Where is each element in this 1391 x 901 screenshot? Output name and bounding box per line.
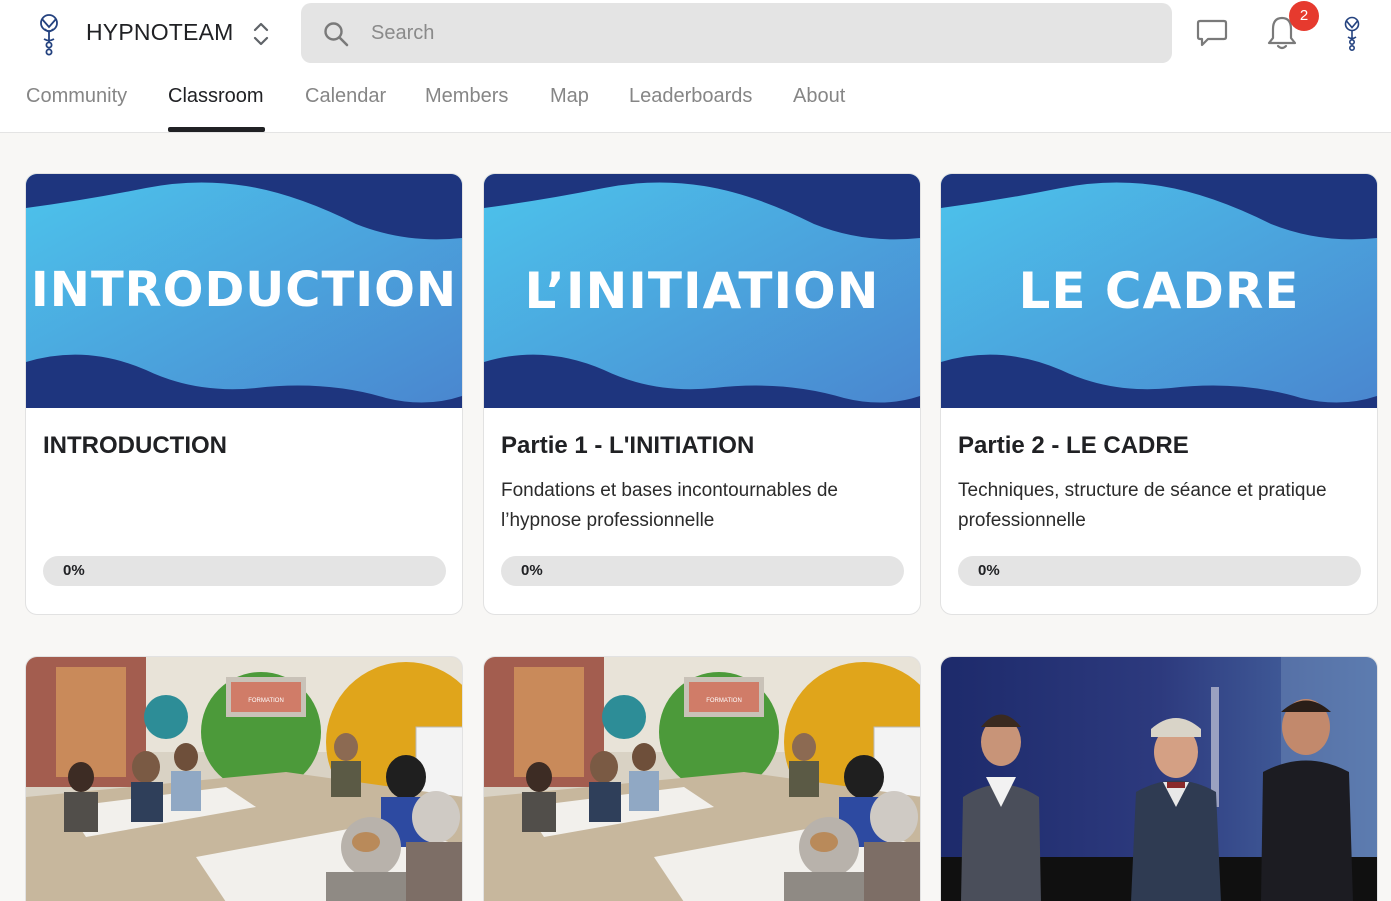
classroom-photo: FORMATION bbox=[26, 657, 462, 901]
avatar[interactable] bbox=[1340, 15, 1364, 51]
course-title[interactable]: Partie 1 - L'INITIATION bbox=[501, 432, 754, 460]
banner-title: INTRODUCTION bbox=[30, 262, 458, 318]
tab-community[interactable]: Community bbox=[26, 85, 127, 108]
progress-bar: 0% bbox=[958, 556, 1361, 586]
course-description: Fondations et bases incontournables de l… bbox=[501, 480, 838, 531]
course-cover-image: L’INITIATION bbox=[484, 174, 920, 408]
projection-label: FORMATION bbox=[706, 698, 742, 704]
community-name[interactable]: HYPNOTEAM bbox=[86, 19, 233, 46]
course-card-classroom-photo[interactable]: FORMATION bbox=[483, 656, 921, 901]
course-card-classroom-photo[interactable]: FORMATION bbox=[25, 656, 463, 901]
banner-title: L’INITIATION bbox=[524, 262, 880, 320]
tab-leaderboards[interactable]: Leaderboards bbox=[629, 85, 752, 108]
course-card[interactable]: LE CADRE Partie 2 - LE CADRE Techniques,… bbox=[940, 173, 1378, 615]
projection-label: FORMATION bbox=[248, 698, 284, 704]
course-title[interactable]: INTRODUCTION bbox=[43, 432, 227, 460]
course-cover-image: INTRODUCTION bbox=[26, 174, 462, 408]
progress-bar: 0% bbox=[43, 556, 446, 586]
course-title[interactable]: Partie 2 - LE CADRE bbox=[958, 432, 1189, 460]
classroom-photo: FORMATION bbox=[484, 657, 920, 901]
course-description: Techniques, structure de séance et prati… bbox=[958, 480, 1327, 531]
tab-about[interactable]: About bbox=[793, 85, 845, 108]
course-card[interactable]: INTRODUCTION INTRODUCTION 0% bbox=[25, 173, 463, 615]
search-icon bbox=[324, 22, 349, 47]
hypnoteam-logo[interactable] bbox=[34, 12, 64, 56]
progress-label: 0% bbox=[521, 562, 543, 579]
progress-label: 0% bbox=[978, 562, 1000, 579]
course-card[interactable]: L’INITIATION Partie 1 - L'INITIATION Fon… bbox=[483, 173, 921, 615]
course-cover-image: LE CADRE bbox=[941, 174, 1377, 408]
course-card-stage-photo[interactable] bbox=[940, 656, 1378, 901]
search-input[interactable] bbox=[371, 17, 1131, 49]
progress-label: 0% bbox=[63, 562, 85, 579]
tab-members[interactable]: Members bbox=[425, 85, 508, 108]
stage-photo bbox=[941, 657, 1377, 901]
top-bar: HYPNOTEAM 2 Community Classroom Calendar bbox=[0, 0, 1391, 133]
chevron-up-down-icon[interactable] bbox=[250, 19, 272, 49]
active-tab-indicator bbox=[168, 127, 265, 132]
tab-classroom[interactable]: Classroom bbox=[168, 85, 264, 108]
banner-title: LE CADRE bbox=[1018, 262, 1300, 320]
progress-bar: 0% bbox=[501, 556, 904, 586]
chat-icon[interactable] bbox=[1196, 18, 1228, 48]
notification-badge: 2 bbox=[1289, 1, 1319, 31]
tab-calendar[interactable]: Calendar bbox=[305, 85, 386, 108]
search-bar[interactable] bbox=[301, 3, 1172, 63]
tab-map[interactable]: Map bbox=[550, 85, 589, 108]
